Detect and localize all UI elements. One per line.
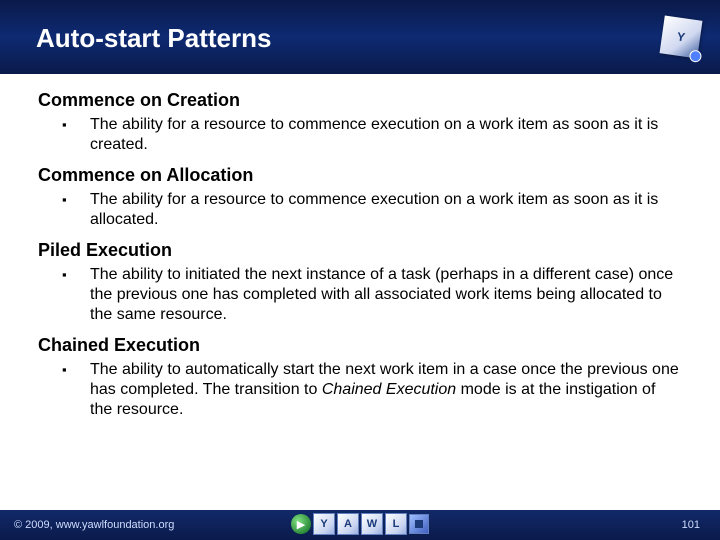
stop-icon xyxy=(409,514,429,534)
title-bar: Auto-start Patterns Y xyxy=(0,0,720,74)
copyright-text: © 2009, www.yawlfoundation.org xyxy=(14,519,174,531)
logo-letter: L xyxy=(385,513,407,535)
section-heading: Commence on Allocation xyxy=(38,165,682,186)
section-heading: Piled Execution xyxy=(38,240,682,261)
section-heading: Chained Execution xyxy=(38,335,682,356)
play-icon: ▶ xyxy=(291,514,311,534)
bullet-item: ▪ The ability for a resource to commence… xyxy=(38,190,682,230)
slide: Auto-start Patterns Y Commence on Creati… xyxy=(0,0,720,540)
page-number: 101 xyxy=(682,519,706,531)
yawl-logo-icon: Y xyxy=(660,16,703,59)
bullet-item: ▪ The ability for a resource to commence… xyxy=(38,115,682,155)
content-area: Commence on Creation ▪ The ability for a… xyxy=(38,86,682,494)
bullet-text: The ability for a resource to commence e… xyxy=(90,190,682,230)
logo-letter: A xyxy=(337,513,359,535)
bullet-item: ▪ The ability to initiated the next inst… xyxy=(38,265,682,325)
bullet-icon: ▪ xyxy=(62,265,70,282)
section-heading: Commence on Creation xyxy=(38,90,682,111)
logo-letter: W xyxy=(361,513,383,535)
slide-title: Auto-start Patterns xyxy=(0,21,271,54)
bullet-icon: ▪ xyxy=(62,360,70,377)
bullet-text: The ability to automatically start the n… xyxy=(90,360,682,420)
bullet-text: The ability for a resource to commence e… xyxy=(90,115,682,155)
bullet-icon: ▪ xyxy=(62,190,70,207)
footer-logo: ▶ Y A W L xyxy=(291,513,429,535)
bullet-item: ▪ The ability to automatically start the… xyxy=(38,360,682,420)
bullet-text: The ability to initiated the next instan… xyxy=(90,265,682,325)
bullet-icon: ▪ xyxy=(62,115,70,132)
footer-bar: © 2009, www.yawlfoundation.org ▶ Y A W L… xyxy=(0,510,720,540)
logo-letter: Y xyxy=(313,513,335,535)
